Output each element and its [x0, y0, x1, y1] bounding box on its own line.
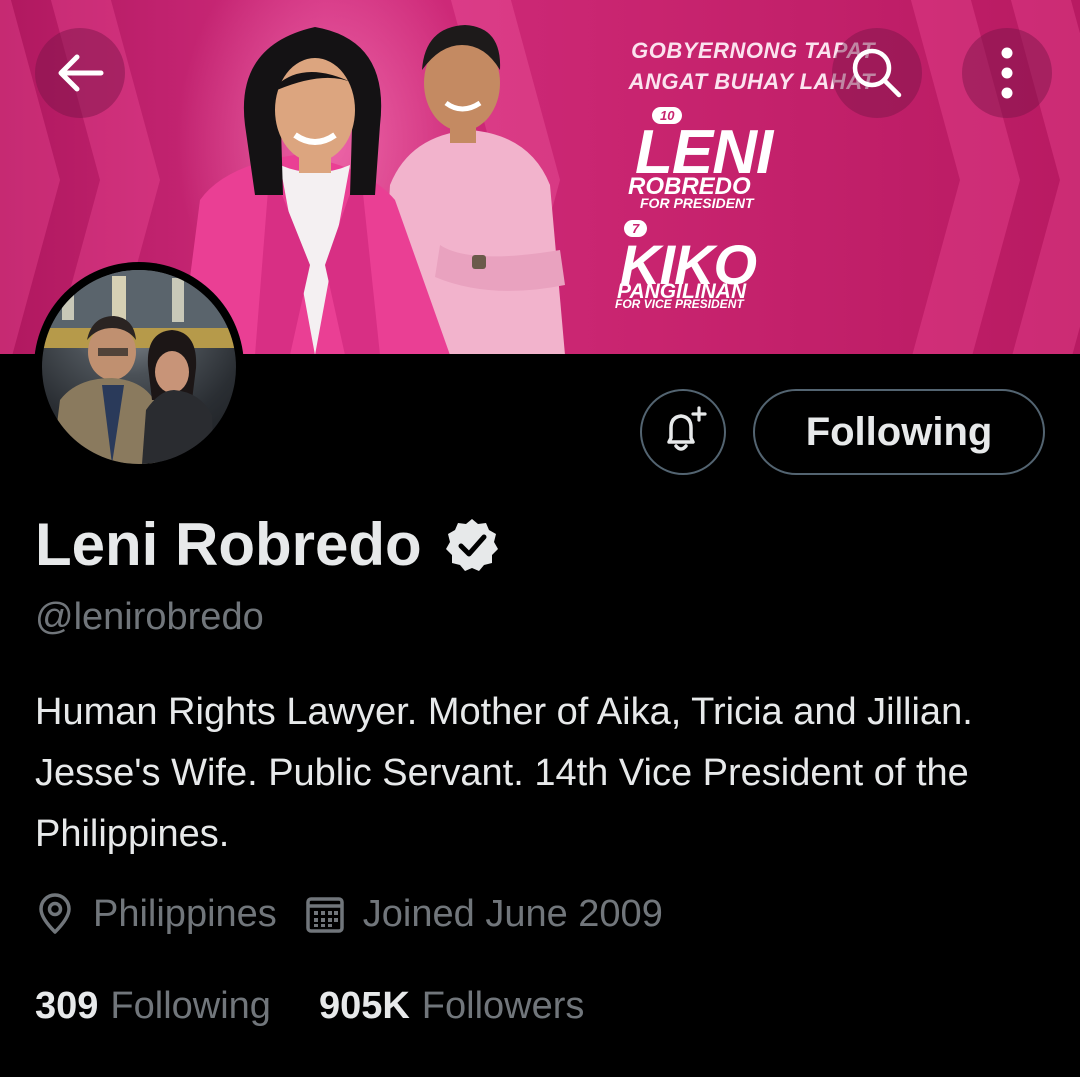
profile-bio: Human Rights Lawyer. Mother of Aika, Tri…: [35, 691, 973, 855]
more-vertical-icon: [1001, 47, 1013, 99]
notifications-button[interactable]: [640, 389, 726, 475]
profile-handle: @lenirobredo: [35, 596, 264, 638]
followers-stat-link[interactable]: 905K Followers: [319, 985, 584, 1028]
profile-location: Philippines: [35, 892, 277, 936]
back-button[interactable]: [35, 28, 125, 118]
profile-avatar[interactable]: [34, 262, 244, 472]
profile-stats: 309 Following 905K Followers: [35, 985, 584, 1028]
profile-joined: Joined June 2009: [305, 893, 663, 936]
avatar-photo: [42, 270, 236, 464]
followers-count: 905K: [318, 985, 410, 1027]
following-label: Following: [110, 985, 271, 1027]
profile-meta: Philippines Joined June 2009: [35, 892, 663, 936]
profile-name: Leni Robredo: [35, 511, 422, 578]
candidate1-role: FOR PRESIDENT: [640, 195, 754, 211]
location-pin-icon: [39, 893, 71, 934]
calendar-icon: [306, 897, 344, 933]
following-button[interactable]: Following: [753, 389, 1045, 475]
bell-plus-icon: [667, 406, 707, 451]
search-icon: [852, 48, 902, 98]
arrow-left-icon: [58, 54, 104, 92]
verified-badge-icon: [445, 518, 498, 571]
following-count: 309: [35, 985, 99, 1027]
search-button[interactable]: [832, 28, 922, 118]
candidate2-role: FOR VICE PRESIDENT: [615, 297, 744, 311]
following-stat-link[interactable]: 309 Following: [35, 985, 271, 1028]
more-options-button[interactable]: [962, 28, 1052, 118]
followers-label: Followers: [421, 985, 585, 1027]
profile-name-row: Leni Robredo: [35, 510, 500, 579]
joined-text: Joined June 2009: [362, 892, 663, 935]
location-text: Philippines: [93, 892, 277, 935]
